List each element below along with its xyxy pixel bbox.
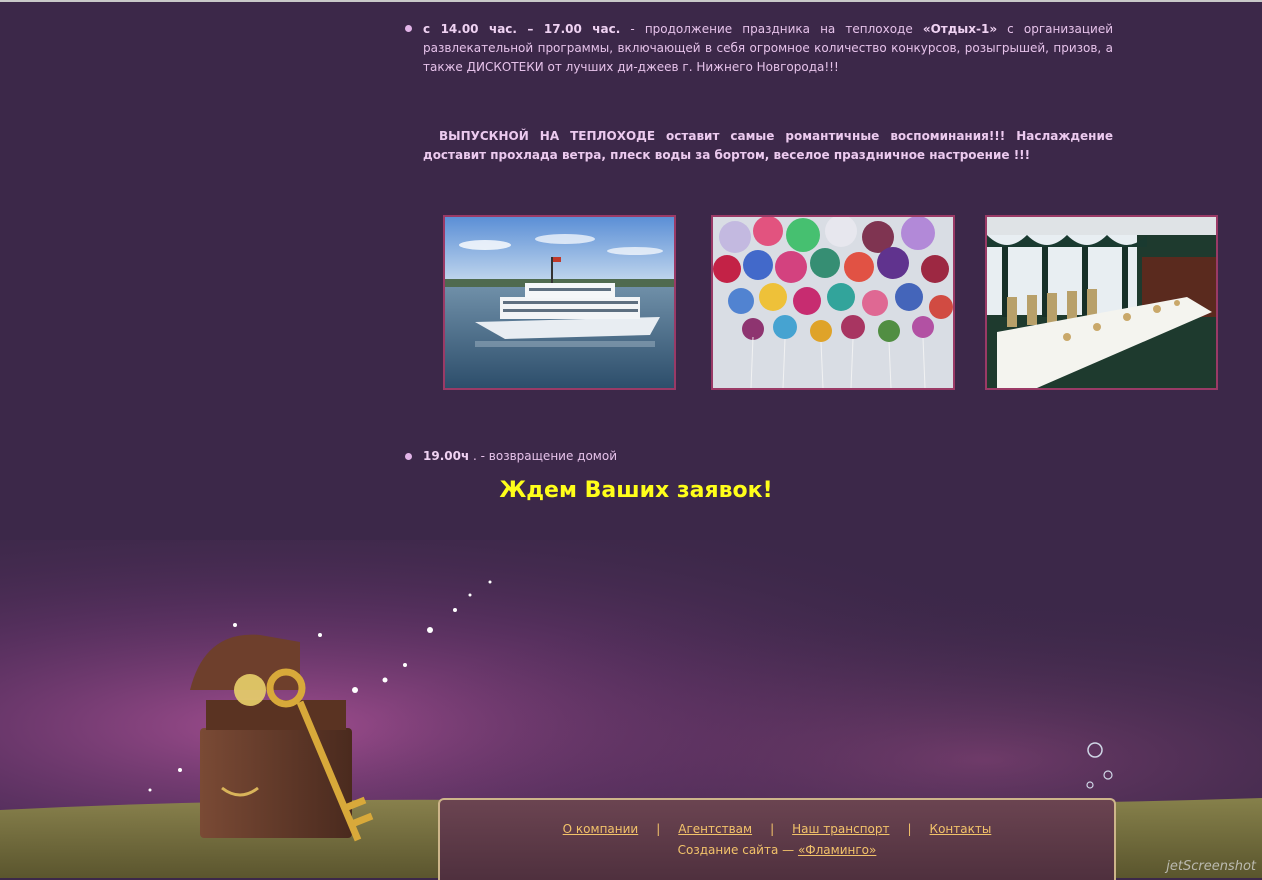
call-to-action-text: Ждем Ваших заявок! [499,478,773,503]
photo-balloons[interactable] [711,215,955,390]
footer-nav: О компании | Агентствам | Наш транспорт | Конт… [440,822,1114,840]
credit-text: Создание сайта — [677,843,798,857]
item-time: 19.00ч [423,449,470,463]
footer-credit: Создание сайта — «Фламинго» [440,843,1114,857]
bullet-icon [405,453,412,460]
program-item-return: 19.00ч . - возвращение домой [423,447,1113,466]
footer-link-agencies[interactable]: Агентствам [678,822,752,836]
site-footer: О компании | Агентствам | Наш транспорт | Конт… [438,798,1116,880]
bullet-icon [405,25,412,32]
footer-separator: | [907,822,912,836]
item-time: с 14.00 час. – 17.00 час. [423,22,621,36]
photo-banquet-hall[interactable] [985,215,1218,390]
item-text: . - возвращение домой [469,449,617,463]
footer-link-transport[interactable]: Наш транспорт [792,822,889,836]
program-item-afternoon: с 14.00 час. – 17.00 час. - продолжение … [423,20,1113,77]
screenshot-watermark: jetScreenshot [1166,859,1256,874]
footer-link-contacts[interactable]: Контакты [930,822,992,836]
ship-name: «Отдых-1» [922,22,998,36]
top-border [0,0,1262,2]
footer-link-about[interactable]: О компании [563,822,639,836]
photo-riverboat[interactable] [443,215,676,390]
call-to-action: Ждем Ваших заявок! [0,478,1262,503]
item-text: - продолжение праздника на теплоходе [620,22,923,36]
credit-link[interactable]: «Фламинго» [798,843,876,857]
highlight-paragraph: ВЫПУСКНОЙ НА ТЕПЛОХОДЕ оставит самые ром… [423,129,1113,162]
footer-separator: | [770,822,775,836]
footer-separator: | [656,822,661,836]
